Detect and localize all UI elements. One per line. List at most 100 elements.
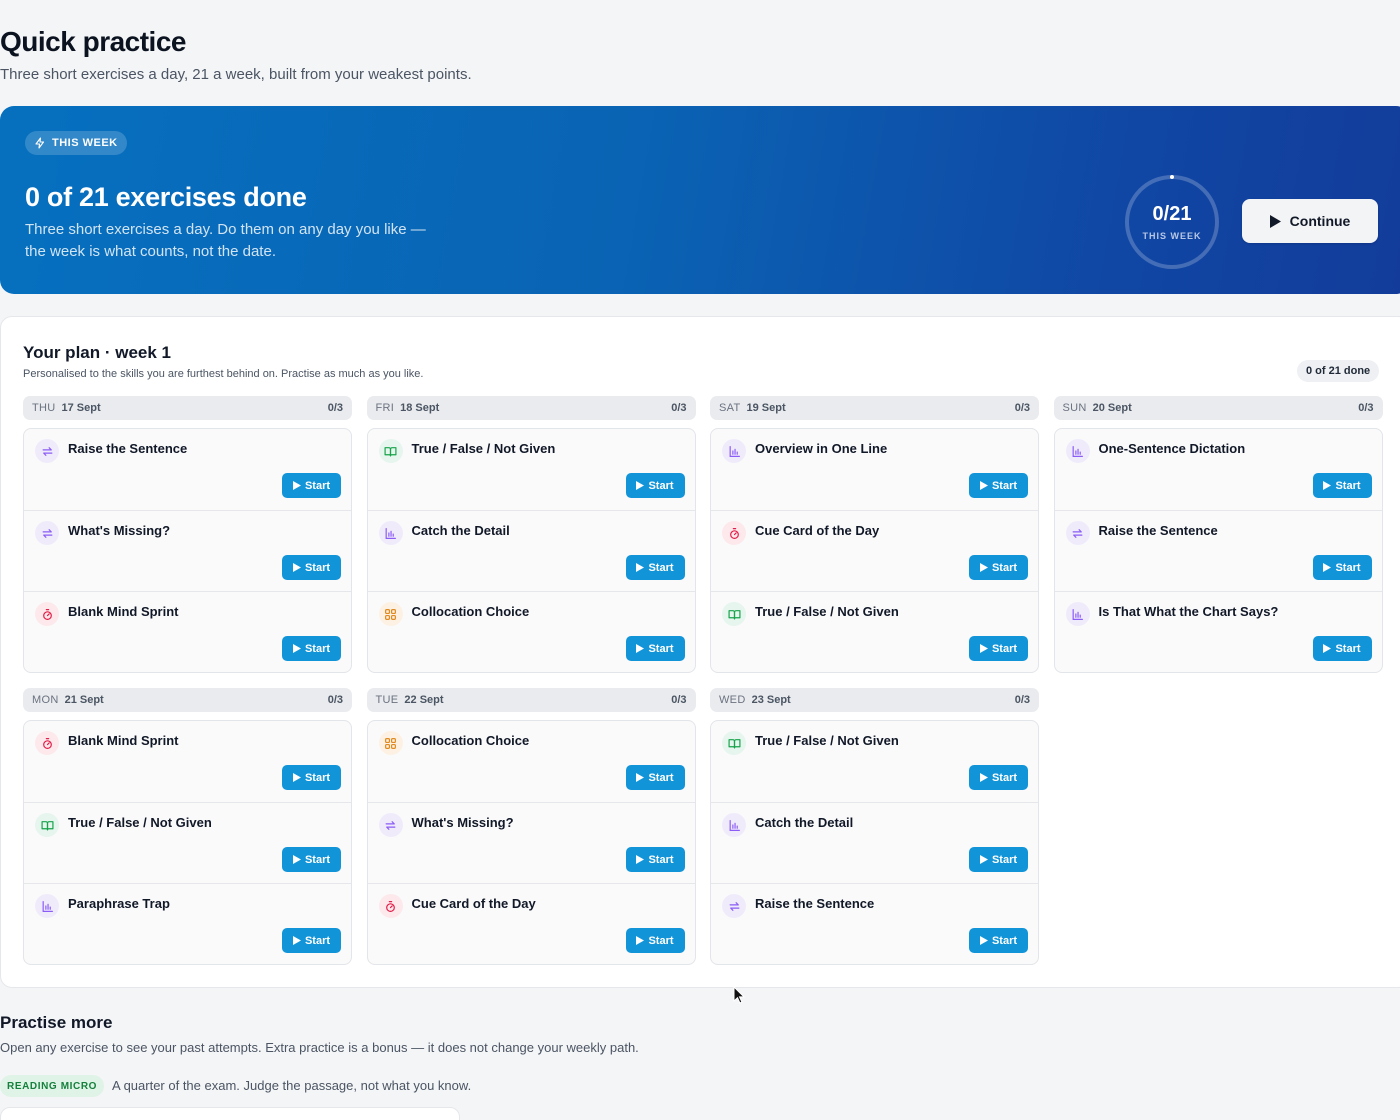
swap-icon <box>35 521 59 545</box>
start-label: Start <box>304 771 331 784</box>
day-header: SAT 19 Sept 0/3 <box>710 396 1039 420</box>
start-button[interactable]: Start <box>282 847 341 872</box>
reading-micro-description: A quarter of the exam. Judge the passage… <box>112 1078 472 1093</box>
progress-ring-text: 0/21 THIS WEEK <box>1124 174 1220 270</box>
weekly-plan: Your plan · week 1 Personalised to the s… <box>0 316 1400 988</box>
chart-icon <box>35 894 59 918</box>
play-icon <box>979 644 988 653</box>
hero-title: 0 of 21 exercises done <box>25 182 307 212</box>
day-of-week: THU <box>32 402 56 414</box>
start-button[interactable]: Start <box>282 636 341 661</box>
exercise-item: Collocation Choice Start <box>368 721 695 802</box>
plan-subtitle: Personalised to the skills you are furth… <box>23 368 424 380</box>
continue-button[interactable]: Continue <box>1242 199 1378 243</box>
grid-icon <box>378 731 403 755</box>
start-button[interactable]: Start <box>282 473 341 498</box>
start-button[interactable]: Start <box>1312 473 1372 498</box>
mouse-cursor-icon <box>733 986 745 1004</box>
play-icon <box>292 773 301 782</box>
day-of-week: FRI <box>375 402 395 414</box>
ring-label: THIS WEEK <box>1142 231 1202 241</box>
exercise-item: Overview in One Line Start <box>711 429 1038 510</box>
plan-done-badge: 0 of 21 done <box>1297 360 1380 382</box>
play-icon <box>636 644 645 653</box>
exercise-name: Raise the Sentence <box>1098 523 1218 538</box>
day-column-sat: SAT 19 Sept 0/3 Overview in One Line Start Cu… <box>710 396 1039 673</box>
practise-more-title: Practise more <box>0 1013 113 1032</box>
day-date: 18 Sept <box>400 402 440 414</box>
start-label: Start <box>991 934 1018 947</box>
exercise-name: Collocation Choice <box>411 604 530 619</box>
day-of-week: MON <box>32 694 59 706</box>
day-header: TUE 22 Sept 0/3 <box>366 688 696 712</box>
lightning-icon <box>35 137 45 149</box>
this-week-badge: THIS WEEK <box>25 131 127 155</box>
start-button[interactable]: Start <box>282 765 341 790</box>
start-button[interactable]: Start <box>282 555 341 580</box>
day-progress: 0/3 <box>671 402 687 414</box>
start-label: Start <box>304 479 331 492</box>
day-of-week: SUN <box>1062 402 1087 414</box>
start-button[interactable]: Start <box>625 765 685 790</box>
exercise-name: Cue Card of the Day <box>411 896 536 911</box>
start-button[interactable]: Start <box>969 636 1028 661</box>
play-icon <box>292 855 301 864</box>
exercise-item: Catch the Detail Start <box>711 802 1038 883</box>
ring-count: 0/21 <box>1152 203 1192 225</box>
exercise-item: Catch the Detail Start <box>367 510 695 591</box>
start-button[interactable]: Start <box>969 847 1028 872</box>
swap-icon <box>378 813 403 837</box>
exercise-name: Overview in One Line <box>755 441 888 456</box>
timer-icon <box>35 602 59 626</box>
start-label: Start <box>304 642 331 655</box>
start-button[interactable]: Start <box>625 847 685 872</box>
start-label: Start <box>648 479 674 492</box>
day-date: 23 Sept <box>751 694 791 706</box>
play-icon <box>292 936 301 945</box>
start-button[interactable]: Start <box>1312 636 1372 661</box>
start-button[interactable]: Start <box>1312 555 1372 580</box>
exercise-name: Is That What the Chart Says? <box>1098 604 1279 619</box>
exercise-item: True / False / Not Given Start <box>711 721 1038 802</box>
page-title: Quick practice <box>0 26 186 57</box>
start-button[interactable]: Start <box>625 473 685 498</box>
practise-more-subtitle: Open any exercise to see your past attem… <box>0 1040 639 1055</box>
page-subtitle: Three short exercises a day, 21 a week, … <box>0 66 472 83</box>
grid-icon <box>378 602 403 626</box>
exercise-card[interactable] <box>0 1107 460 1120</box>
day-column-wed: WED 23 Sept 0/3 True / False / Not Given Sta… <box>710 688 1039 965</box>
chart-icon <box>1065 439 1090 463</box>
start-button[interactable]: Start <box>625 636 685 661</box>
exercise-name: Catch the Detail <box>411 523 510 538</box>
chart-icon <box>722 439 746 463</box>
exercise-item: Cue Card of the Day Start <box>711 510 1038 591</box>
start-button[interactable]: Start <box>625 555 685 580</box>
timer-icon <box>378 894 403 918</box>
start-button[interactable]: Start <box>969 555 1028 580</box>
start-label: Start <box>1335 642 1361 655</box>
exercise-item: Paraphrase Trap Start <box>24 883 351 964</box>
start-button[interactable]: Start <box>282 928 341 953</box>
exercise-name: Collocation Choice <box>411 733 530 748</box>
start-label: Start <box>648 642 674 655</box>
day-date: 17 Sept <box>61 402 101 414</box>
exercise-name: True / False / Not Given <box>68 815 212 830</box>
exercise-item: Is That What the Chart Says? Start <box>1054 591 1382 672</box>
day-label: SAT 19 Sept <box>719 402 786 414</box>
start-button[interactable]: Start <box>969 928 1028 953</box>
exercise-name: Blank Mind Sprint <box>68 604 179 619</box>
chart-icon <box>1065 602 1090 626</box>
start-button[interactable]: Start <box>969 473 1028 498</box>
book-icon <box>35 813 59 837</box>
swap-icon <box>722 894 746 918</box>
exercise-name: Blank Mind Sprint <box>68 733 179 748</box>
exercise-name: Catch the Detail <box>755 815 854 830</box>
day-label: FRI 18 Sept <box>376 402 440 414</box>
day-column-thu: THU 17 Sept 0/3 Raise the Sentence Start What… <box>23 396 352 673</box>
timer-icon <box>722 521 746 545</box>
start-label: Start <box>991 479 1018 492</box>
day-exercise-list: Overview in One Line Start Cue Card of the… <box>710 428 1039 673</box>
start-button[interactable]: Start <box>969 765 1028 790</box>
start-label: Start <box>1335 561 1361 574</box>
start-button[interactable]: Start <box>625 928 685 953</box>
